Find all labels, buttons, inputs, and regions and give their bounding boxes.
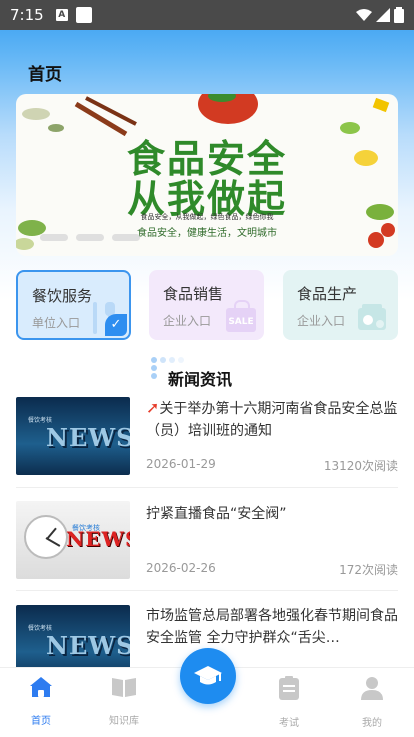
news-title: 拧紧直播食品“安全阀” [146,506,287,522]
status-time: 7:15 [10,6,44,24]
service-name: 食品生产 [297,285,358,303]
banner-subtitle-1: 食品安全，从我做起，绿色食品，绿色你我 [140,213,274,221]
home-icon [30,677,52,697]
news-item[interactable]: 餐饮考核 NEWS ➚关于举办第十六期河南省食品安全总监（员）培训班的通知 20… [16,397,398,493]
news-date: 2026-02-26 [146,561,216,575]
thumbnail-word: NEWS [46,631,130,660]
selected-check-icon: ✓ [105,314,127,336]
clock-icon [24,515,68,559]
service-card-production[interactable]: 食品生产 企业入口 [283,270,398,340]
center-action-button[interactable] [180,648,236,704]
status-bar: 7:15 A [0,0,414,30]
pagination-dot[interactable] [40,234,68,241]
thumbnail-word: NEWS [66,527,130,551]
clipboard-icon [279,676,299,700]
news-reads: 172次阅读 [339,563,398,577]
book-icon [112,678,136,697]
sale-bag-icon: SALE [226,300,256,332]
service-card-catering[interactable]: 餐饮服务 单位入口 ✓ [16,270,131,340]
banner-pagination [40,234,140,241]
news-title-text: 关于举办第十六期河南省食品安全总监（员）培训班的通知 [146,401,398,439]
signal-icon [376,8,390,22]
person-icon [361,677,383,700]
news-reads: 13120次阅读 [323,459,398,473]
tab-label: 首页 [31,716,51,727]
news-item[interactable]: 餐饮考核 NEWS 拧紧直播食品“安全阀” 2026-02-26 172次阅读 [16,501,398,597]
promo-banner[interactable]: 食品安全 从我做起 食品安全，从我做起，绿色食品，绿色你我 食品安全，健康生活，… [16,94,398,256]
page-title: 首页 [28,65,62,85]
hot-arrow-icon: ➚ [146,398,160,417]
machine-icon [358,304,386,330]
news-title: ➚关于举办第十六期河南省食品安全总监（员）培训班的通知 [146,397,398,442]
service-card-sales[interactable]: 食品销售 企业入口 SALE [149,270,264,340]
graduation-cap-icon [194,666,222,685]
wifi-icon [356,9,372,21]
tab-label: 考试 [279,718,299,729]
news-thumbnail: 餐饮考核 NEWS [16,501,130,579]
news-section-title: 新闻资讯 [168,370,233,389]
news-section-header: 新闻资讯 [150,354,270,389]
service-name: 食品销售 [163,285,224,303]
news-thumbnail: 餐饮考核 NEWS [16,397,130,475]
status-icons [356,7,404,23]
tab-home[interactable]: 首页 [11,676,71,727]
thumbnail-word: NEWS [46,423,130,452]
tab-knowledge[interactable]: 知识库 [94,676,154,727]
tab-profile[interactable]: 我的 [342,676,402,729]
tab-label: 知识库 [109,716,139,727]
notification-square-icon [75,7,92,23]
service-entries: 餐饮服务 单位入口 ✓ 食品销售 企业入口 SALE 食品生产 企业入口 [16,270,398,340]
tab-exam[interactable]: 考试 [259,676,319,729]
divider [16,590,398,591]
pagination-dot[interactable] [76,234,104,241]
battery-icon [394,7,404,23]
news-title: 市场监管总局部署各地强化春节期间食品安全监管 全力守护群众“舌尖… [146,608,398,646]
news-date: 2026-01-29 [146,457,216,471]
divider [16,487,398,488]
tab-label: 我的 [362,718,382,729]
pagination-dot[interactable] [112,234,140,241]
notification-icon: A [55,9,68,21]
